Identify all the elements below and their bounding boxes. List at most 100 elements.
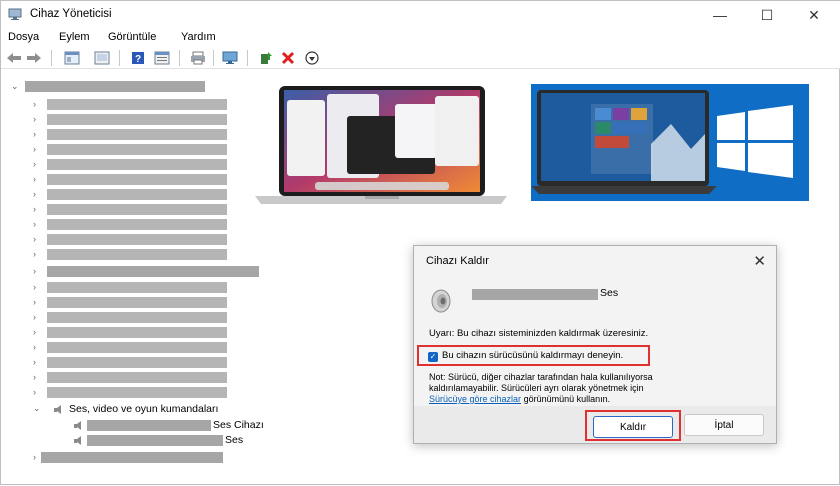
dialog-warning-text: Uyarı: Bu cihazı sisteminizden kaldırmak…: [429, 328, 649, 339]
device-manager-icon: [8, 8, 22, 20]
chevron-right-icon: ›: [33, 387, 36, 397]
speaker-icon: [74, 421, 81, 430]
tree-item[interactable]: ›: [1, 311, 261, 325]
tree-item[interactable]: ›: [1, 218, 261, 232]
scan-hardware-button[interactable]: [221, 49, 239, 67]
svg-text:?: ?: [135, 54, 141, 65]
tree-item[interactable]: ›: [1, 128, 261, 142]
tree-item[interactable]: ›: [1, 265, 261, 279]
back-button[interactable]: [5, 49, 23, 67]
close-icon: ✕: [808, 6, 820, 23]
tree-item[interactable]: ›: [1, 248, 261, 262]
chevron-right-icon: ›: [33, 342, 36, 352]
chevron-right-icon: ›: [33, 452, 36, 462]
tree-item[interactable]: ›: [1, 233, 261, 247]
tree-item[interactable]: ›: [1, 158, 261, 172]
devices-by-driver-link[interactable]: Sürücüye göre cihazlar: [429, 394, 521, 404]
menu-yardim[interactable]: Yardım: [181, 31, 216, 43]
remove-button-highlight: Kaldır: [585, 410, 681, 441]
chevron-down-icon: ⌄: [11, 81, 19, 91]
properties-button[interactable]: [63, 49, 81, 67]
menu-dosya[interactable]: Dosya: [8, 31, 39, 43]
details-button[interactable]: [153, 49, 171, 67]
audio-device-suffix: Ses: [225, 434, 244, 446]
remove-driver-checkbox-row[interactable]: ✓ Bu cihazın sürücüsünü kaldırmayı deney…: [417, 345, 650, 366]
windows-logo-icon: [717, 105, 793, 178]
dialog-close-button[interactable]: ✕: [753, 252, 766, 270]
windows-logo-illustration: [531, 90, 793, 194]
tree-item[interactable]: ›: [1, 203, 261, 217]
chevron-right-icon: ›: [33, 312, 36, 322]
chevron-right-icon: ›: [33, 297, 36, 307]
remove-driver-checkbox[interactable]: ✓: [428, 352, 438, 362]
chevron-right-icon: ›: [33, 372, 36, 382]
forward-arrow-icon: [27, 53, 41, 63]
tree-item[interactable]: ›: [1, 188, 261, 202]
chevron-right-icon: ›: [33, 357, 36, 367]
tree-item[interactable]: ›: [1, 173, 261, 187]
chevron-right-icon: ›: [33, 159, 36, 169]
dialog-note-line-2: kaldırılamayabilir. Sürücüleri ayrı olar…: [429, 383, 644, 393]
chevron-right-icon: ›: [33, 129, 36, 139]
close-button[interactable]: ✕: [791, 1, 837, 29]
menu-goruntule[interactable]: Görüntüle: [108, 31, 156, 43]
tree-item[interactable]: ›: [1, 326, 261, 340]
maximize-icon: ☐: [760, 6, 774, 23]
speaker-icon: [54, 405, 61, 414]
help-icon: ?: [132, 52, 144, 65]
tree-item-audio-device[interactable]: Ses Cihazı: [1, 419, 301, 433]
console-button[interactable]: [93, 49, 111, 67]
tree-root[interactable]: ⌄: [1, 80, 241, 94]
tree-item[interactable]: ›: [1, 98, 261, 112]
chevron-right-icon: ›: [33, 204, 36, 214]
chevron-right-icon: ›: [33, 99, 36, 109]
chevron-right-icon: ›: [33, 174, 36, 184]
tree-item-audio-device[interactable]: Ses: [1, 434, 301, 448]
tree-item-audio-category[interactable]: ⌄ Ses, video ve oyun kumandaları: [1, 403, 301, 417]
update-driver-button[interactable]: [257, 49, 275, 67]
speaker-icon: [74, 436, 81, 445]
dialog-note-line-3: görünümünü kullanın.: [521, 394, 611, 404]
uninstall-icon: [281, 51, 295, 65]
audio-category-label: Ses, video ve oyun kumandaları: [69, 403, 219, 415]
tree-item[interactable]: ›: [1, 371, 261, 385]
chevron-right-icon: ›: [33, 144, 36, 154]
chevron-right-icon: ›: [33, 219, 36, 229]
uninstall-device-dialog: Cihazı Kaldır ✕ Ses Uyarı: Bu cihazı sis…: [413, 245, 777, 444]
computer-name-redacted: [25, 81, 205, 92]
enable-device-button[interactable]: [303, 49, 321, 67]
details-icon: [154, 51, 170, 65]
chevron-right-icon: ›: [33, 266, 36, 276]
menu-bar: Dosya Eylem Görüntüle Yardım: [1, 29, 840, 47]
toolbar: ?: [1, 47, 840, 69]
tree-item[interactable]: ›: [1, 113, 261, 127]
tree-item[interactable]: ›: [1, 296, 261, 310]
tree-item[interactable]: ›: [1, 281, 261, 295]
chevron-right-icon: ›: [33, 282, 36, 292]
download-icon: [305, 51, 319, 65]
chevron-right-icon: ›: [33, 249, 36, 259]
print-button[interactable]: [189, 49, 207, 67]
forward-button[interactable]: [25, 49, 43, 67]
menu-eylem[interactable]: Eylem: [59, 31, 90, 43]
macbook-image: [255, 86, 507, 204]
uninstall-device-button[interactable]: [279, 49, 297, 67]
tree-item[interactable]: ›: [1, 386, 261, 400]
remove-driver-checkbox-label[interactable]: Bu cihazın sürücüsünü kaldırmayı deneyin…: [442, 350, 623, 361]
minimize-button[interactable]: —: [697, 1, 743, 29]
device-name-redacted: [87, 420, 211, 431]
cancel-button[interactable]: İptal: [684, 414, 764, 436]
tree-item[interactable]: ›: [1, 143, 261, 157]
maximize-button[interactable]: ☐: [744, 1, 790, 29]
chevron-down-icon: ⌄: [33, 403, 41, 413]
remove-button[interactable]: Kaldır: [593, 416, 673, 438]
window-title: Cihaz Yöneticisi: [30, 8, 112, 20]
tree-item[interactable]: ›: [1, 356, 261, 370]
tree-item[interactable]: ›: [1, 451, 261, 465]
device-manager-window: Cihaz Yöneticisi — ☐ ✕ Dosya Eylem Görün…: [0, 0, 840, 485]
help-button[interactable]: ?: [129, 49, 147, 67]
dialog-title: Cihazı Kaldır: [426, 255, 489, 267]
tree-item[interactable]: ›: [1, 341, 261, 355]
chevron-right-icon: ›: [33, 234, 36, 244]
dialog-body: Ses Uyarı: Bu cihazı sisteminizden kaldı…: [414, 276, 776, 415]
